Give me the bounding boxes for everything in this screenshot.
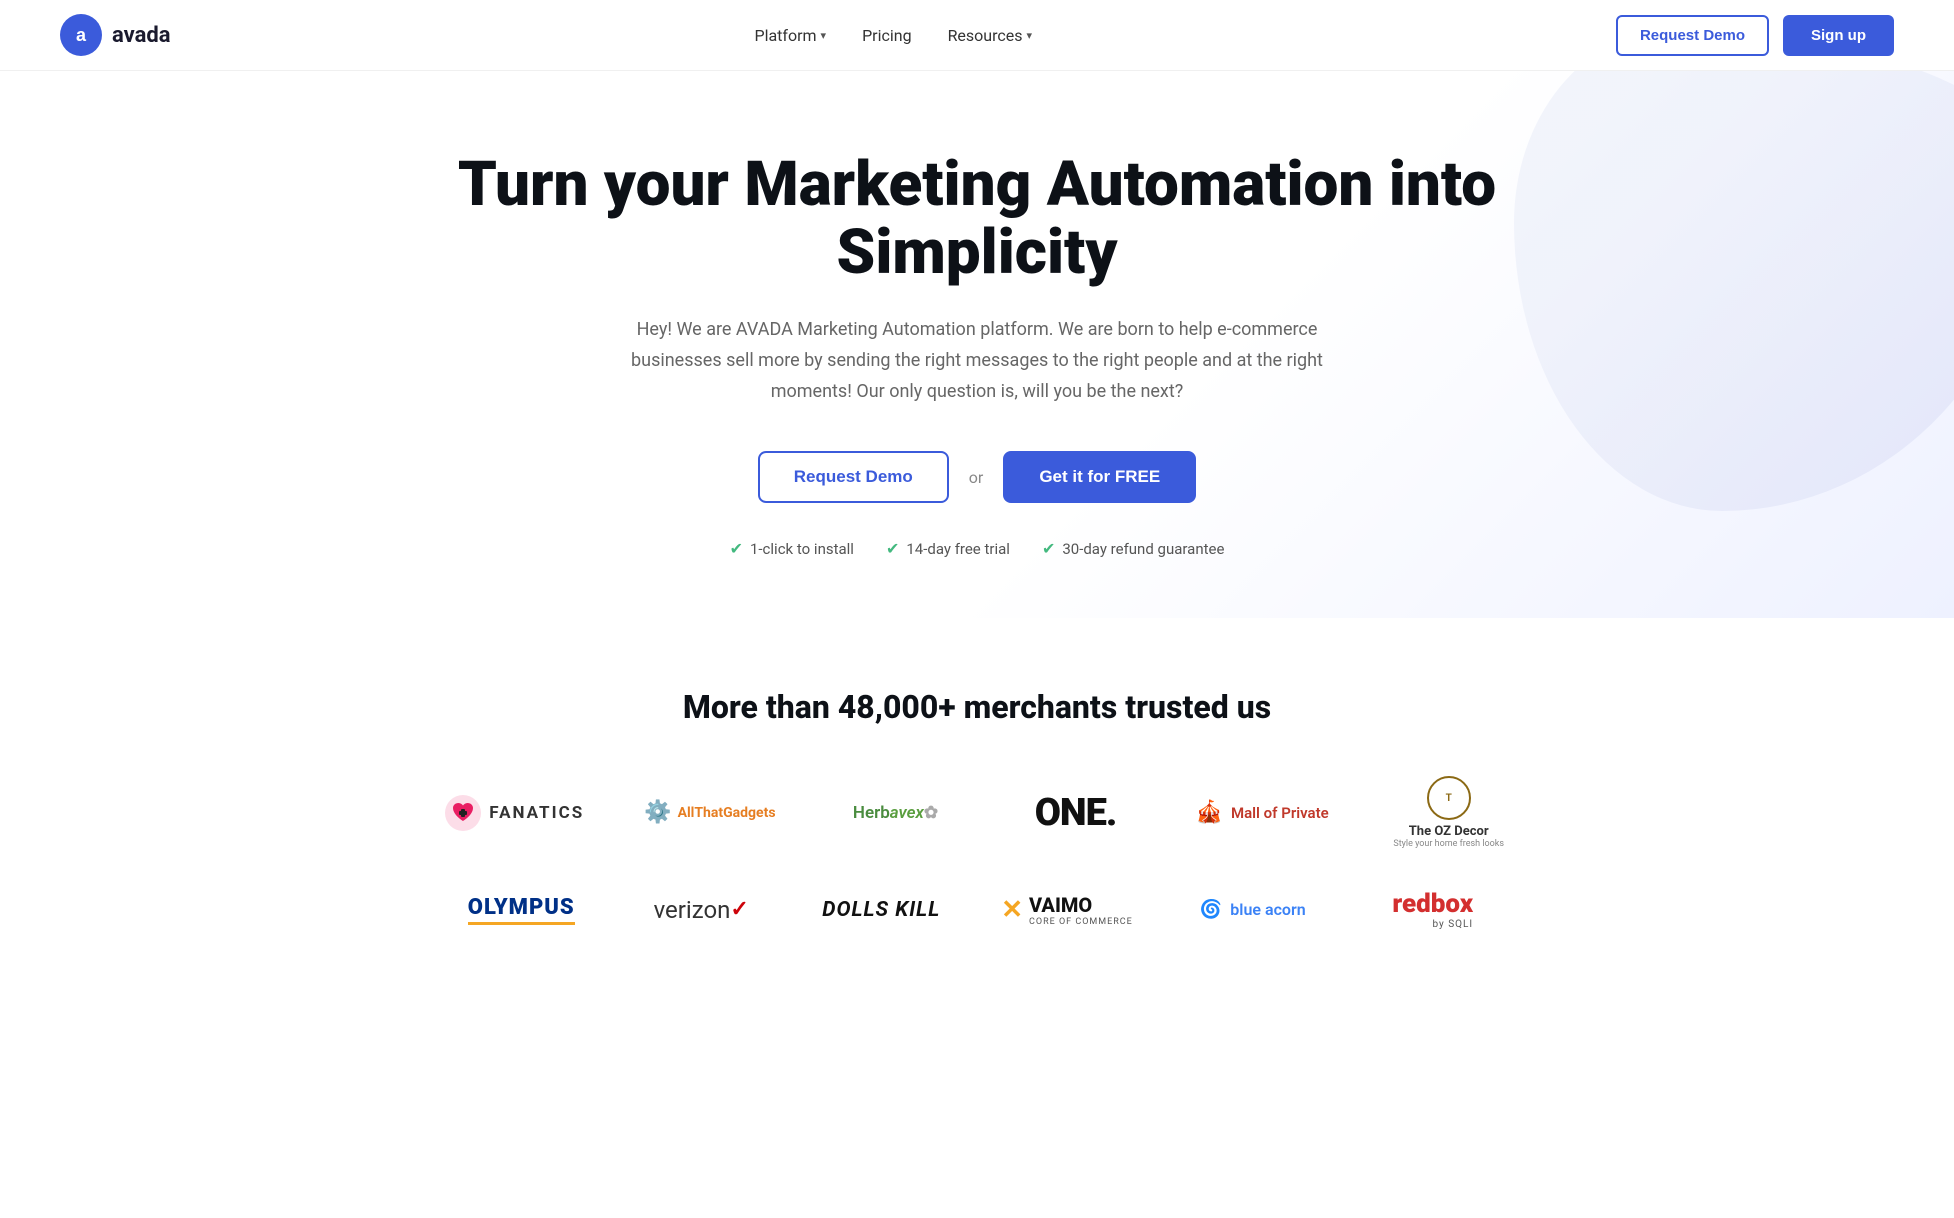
request-demo-button[interactable]: Request Demo	[1616, 15, 1769, 56]
herbavex-logo: Herbavex✿	[853, 803, 938, 823]
list-item: OLYMPUS	[461, 895, 581, 925]
list-item: FANATICS	[445, 795, 584, 831]
hero-subheading: Hey! We are AVADA Marketing Automation p…	[597, 315, 1357, 407]
nav-resources[interactable]: Resources ▾	[948, 26, 1032, 45]
hero-badges: ✔ 1-click to install ✔ 14-day free trial…	[60, 539, 1894, 558]
list-item: DOLLS KILL	[821, 898, 941, 922]
trusted-title: More than 48,000+ merchants trusted us	[60, 688, 1894, 726]
brand-logo-row-1: FANATICS ⚙️ AllThatGadgets Herbavex✿ ONE…	[60, 776, 1894, 849]
list-item: ⚙️ AllThatGadgets	[644, 800, 775, 825]
brand-logo-row-2: OLYMPUS verizon✓ DOLLS KILL ✕ VAIMO CORE…	[60, 889, 1894, 930]
hero-content: Turn your Marketing Automation into Simp…	[60, 151, 1894, 558]
list-item: ONE.	[1016, 791, 1136, 835]
hero-cta: Request Demo or Get it for FREE	[60, 451, 1894, 503]
check-icon: ✔	[1042, 539, 1055, 558]
verizon-logo: verizon✓	[654, 896, 749, 924]
dolls-kill-logo: DOLLS KILL	[822, 898, 940, 922]
hero-heading: Turn your Marketing Automation into Simp…	[427, 151, 1527, 287]
olympus-logo: OLYMPUS	[468, 895, 575, 925]
cta-or-text: or	[969, 468, 984, 487]
mall-of-private-logo: 🎪 Mall of Private	[1196, 800, 1329, 825]
list-item: 🌀 blue acorn	[1193, 899, 1313, 920]
chevron-down-icon: ▾	[821, 29, 827, 42]
allthat-logo: ⚙️ AllThatGadgets	[644, 800, 775, 825]
badge-install: ✔ 1-click to install	[730, 539, 854, 558]
logo-text: avada	[112, 23, 171, 48]
get-it-free-button[interactable]: Get it for FREE	[1003, 451, 1196, 503]
vaimo-x-icon: ✕	[1001, 895, 1023, 925]
fanatics-logo: FANATICS	[445, 795, 584, 831]
trusted-section: More than 48,000+ merchants trusted us F…	[0, 618, 1954, 1020]
badge-refund: ✔ 30-day refund guarantee	[1042, 539, 1224, 558]
hero-request-demo-button[interactable]: Request Demo	[758, 451, 949, 503]
list-item: redbox by SQLI	[1373, 889, 1493, 930]
signup-button[interactable]: Sign up	[1783, 15, 1894, 56]
blue-acorn-logo: 🌀 blue acorn	[1200, 899, 1306, 920]
check-icon: ✔	[886, 539, 899, 558]
nav-actions: Request Demo Sign up	[1616, 15, 1894, 56]
logo[interactable]: a avada	[60, 14, 171, 56]
check-icon: ✔	[730, 539, 743, 558]
nav-pricing[interactable]: Pricing	[862, 26, 912, 45]
fanatics-heart-icon	[445, 795, 481, 831]
list-item: 🎪 Mall of Private	[1196, 800, 1329, 825]
vaimo-logo: ✕ VAIMO CORE OF COMMERCE	[1001, 893, 1133, 927]
oz-decor-logo: T The OZ Decor Style your home fresh loo…	[1393, 776, 1504, 849]
hero-section: Turn your Marketing Automation into Simp…	[0, 71, 1954, 618]
redbox-logo: redbox by SQLI	[1392, 889, 1473, 930]
list-item: T The OZ Decor Style your home fresh loo…	[1389, 776, 1509, 849]
verizon-check-icon: ✓	[730, 897, 748, 922]
badge-trial: ✔ 14-day free trial	[886, 539, 1010, 558]
one-logo: ONE.	[1035, 791, 1117, 835]
main-nav: Platform ▾ Pricing Resources ▾	[754, 26, 1032, 45]
fanatics-label: FANATICS	[489, 803, 584, 823]
svg-text:a: a	[76, 25, 87, 45]
list-item: Herbavex✿	[836, 803, 956, 823]
acorn-icon: 🌀	[1200, 899, 1222, 920]
list-item: ✕ VAIMO CORE OF COMMERCE	[1001, 893, 1133, 927]
avada-logo-icon: a	[60, 14, 102, 56]
oz-circle-icon: T	[1427, 776, 1471, 820]
mall-icon: 🎪	[1196, 800, 1223, 825]
site-header: a avada Platform ▾ Pricing Resources ▾ R…	[0, 0, 1954, 71]
chevron-down-icon: ▾	[1027, 29, 1033, 42]
nav-platform[interactable]: Platform ▾	[754, 26, 826, 45]
list-item: verizon✓	[641, 896, 761, 924]
